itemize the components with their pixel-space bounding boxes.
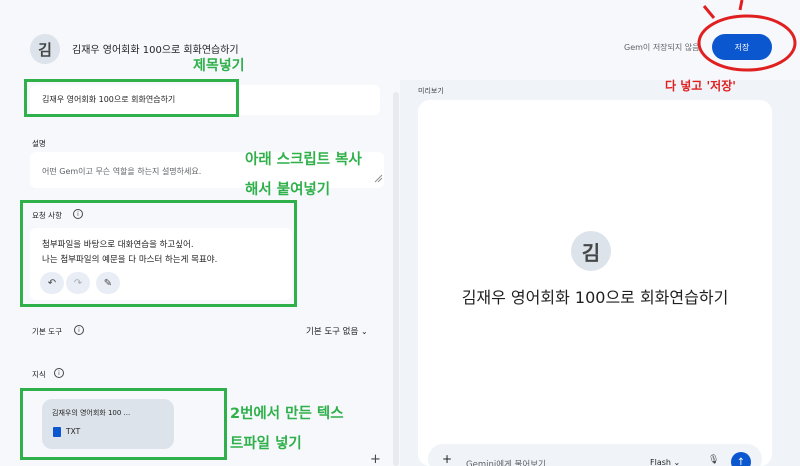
annotation-box-file	[20, 388, 227, 460]
plus-icon[interactable]: +	[370, 452, 381, 466]
default-tools-value: 기본 도구 없음	[306, 327, 359, 337]
info-icon[interactable]: i	[74, 325, 84, 335]
annotation-box-instructions	[20, 200, 297, 307]
model-selector[interactable]: Flash ⌄	[650, 458, 680, 466]
default-tools-dropdown[interactable]: 기본 도구 없음 ⌄	[306, 325, 368, 337]
preview-avatar: 김	[571, 231, 611, 271]
chevron-down-icon: ⌄	[361, 327, 368, 336]
knowledge-label: 지식	[32, 370, 46, 379]
description-placeholder: 어떤 Gem이고 무슨 역할을 하는지 설명하세요.	[42, 167, 202, 176]
annotation-box-name	[24, 79, 239, 117]
resize-handle-icon[interactable]	[374, 174, 383, 183]
annotation-script-note-1: 아래 스크립트 복사	[245, 152, 362, 168]
chevron-down-icon: ⌄	[673, 458, 681, 466]
preview-label: 미리보기	[418, 87, 444, 95]
preview-card	[418, 100, 772, 466]
annotation-file-note-2: 트파일 넣기	[230, 436, 302, 452]
annotation-save-note: 다 넣고 '저장'	[665, 79, 736, 93]
annotation-red-circle	[697, 0, 797, 72]
preview-title: 김재우 영어회화 100으로 회화연습하기	[461, 288, 729, 307]
model-label: Flash	[650, 458, 671, 466]
plus-icon[interactable]: +	[442, 452, 452, 466]
header	[0, 0, 800, 80]
annotation-file-note-1: 2번에서 만든 텍스	[230, 406, 344, 422]
chat-placeholder: Gemini에게 물어보기	[466, 460, 546, 466]
info-icon[interactable]: i	[54, 368, 64, 378]
annotation-name-note: 제목넣기	[193, 58, 245, 74]
annotation-script-note-2: 해서 붙여넣기	[245, 182, 331, 198]
mic-icon[interactable]: 🎙	[708, 455, 719, 465]
description-label: 설명	[32, 139, 46, 148]
save-status: Gem이 저장되지 않음	[624, 43, 700, 52]
page-title: 김재우 영어회화 100으로 회화연습하기	[72, 45, 239, 56]
scrollbar[interactable]	[393, 92, 399, 466]
default-tools-label: 기본 도구	[32, 327, 62, 336]
gem-avatar: 김	[30, 34, 60, 64]
send-icon[interactable]: ↑	[731, 452, 751, 466]
